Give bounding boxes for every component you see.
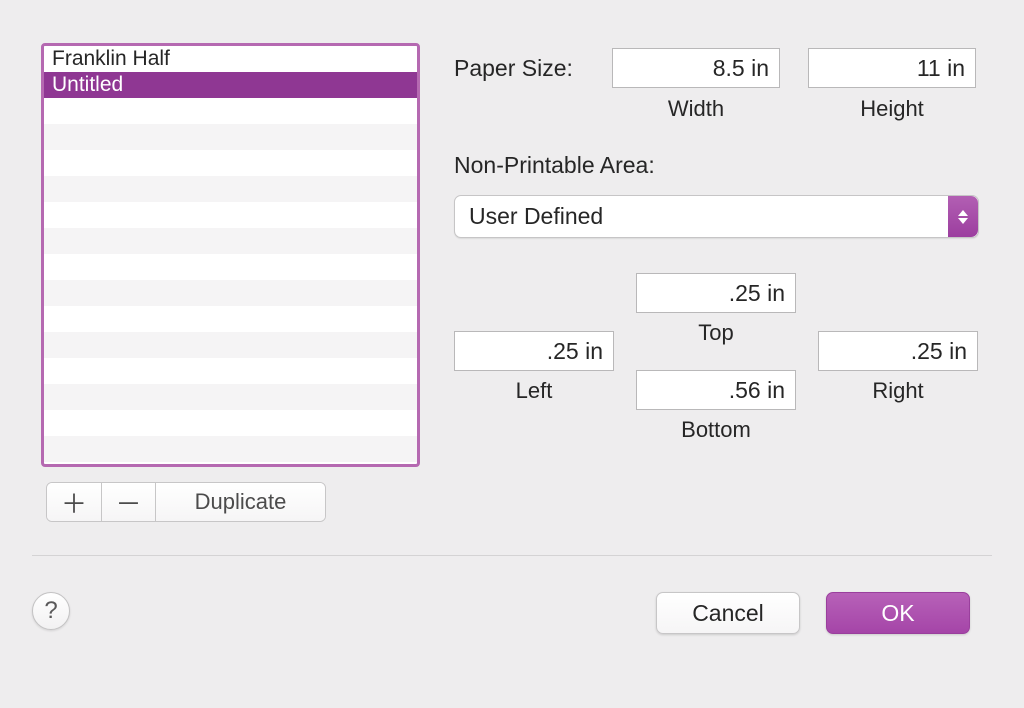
duplicate-button[interactable]: Duplicate xyxy=(155,483,325,521)
minus-icon: － xyxy=(115,484,141,521)
height-input[interactable]: 11 in xyxy=(808,48,976,88)
list-item xyxy=(44,202,417,228)
margin-bottom-label: Bottom xyxy=(636,417,796,443)
height-value: 11 in xyxy=(917,55,965,81)
margin-right-value: .25 in xyxy=(911,338,967,364)
list-item-label: Franklin Half xyxy=(52,47,170,70)
non-printable-label: Non-Printable Area: xyxy=(454,152,655,179)
help-button[interactable]: ? xyxy=(32,592,70,630)
duplicate-label: Duplicate xyxy=(195,489,287,515)
chevron-up-down-icon xyxy=(948,196,978,237)
non-printable-popup[interactable]: User Defined xyxy=(454,195,979,238)
margin-left-value: .25 in xyxy=(547,338,603,364)
list-item xyxy=(44,358,417,384)
list-item xyxy=(44,124,417,150)
margin-left-label: Left xyxy=(454,378,614,404)
help-icon: ? xyxy=(44,597,57,625)
margin-right-input[interactable]: .25 in xyxy=(818,331,978,371)
width-value: 8.5 in xyxy=(713,55,769,81)
margin-left-input[interactable]: .25 in xyxy=(454,331,614,371)
list-toolbar: ＋ － Duplicate xyxy=(46,482,326,522)
margin-bottom-input[interactable]: .56 in xyxy=(636,370,796,410)
list-item xyxy=(44,176,417,202)
margin-top-input[interactable]: .25 in xyxy=(636,273,796,313)
remove-button[interactable]: － xyxy=(101,483,155,521)
list-item xyxy=(44,98,417,124)
list-item xyxy=(44,254,417,280)
list-item-label: Untitled xyxy=(52,73,123,96)
margin-top-label: Top xyxy=(636,320,796,346)
list-item[interactable]: Franklin Half xyxy=(44,46,417,72)
divider xyxy=(32,555,992,556)
list-item xyxy=(44,436,417,462)
list-item xyxy=(44,306,417,332)
margin-bottom-value: .56 in xyxy=(729,377,785,403)
list-item xyxy=(44,150,417,176)
paper-size-list[interactable]: Franklin Half Untitled xyxy=(41,43,420,467)
cancel-label: Cancel xyxy=(692,600,764,627)
cancel-button[interactable]: Cancel xyxy=(656,592,800,634)
width-input[interactable]: 8.5 in xyxy=(612,48,780,88)
list-item[interactable]: Untitled xyxy=(44,72,417,98)
height-label: Height xyxy=(808,96,976,122)
list-item xyxy=(44,228,417,254)
margin-top-value: .25 in xyxy=(729,280,785,306)
plus-icon: ＋ xyxy=(61,484,87,521)
ok-button[interactable]: OK xyxy=(826,592,970,634)
ok-label: OK xyxy=(881,600,914,627)
add-button[interactable]: ＋ xyxy=(47,483,101,521)
margin-right-label: Right xyxy=(818,378,978,404)
list-item xyxy=(44,410,417,436)
list-item xyxy=(44,384,417,410)
paper-size-label: Paper Size: xyxy=(454,55,573,82)
list-item xyxy=(44,332,417,358)
popup-value: User Defined xyxy=(469,203,603,230)
width-label: Width xyxy=(612,96,780,122)
list-item xyxy=(44,280,417,306)
